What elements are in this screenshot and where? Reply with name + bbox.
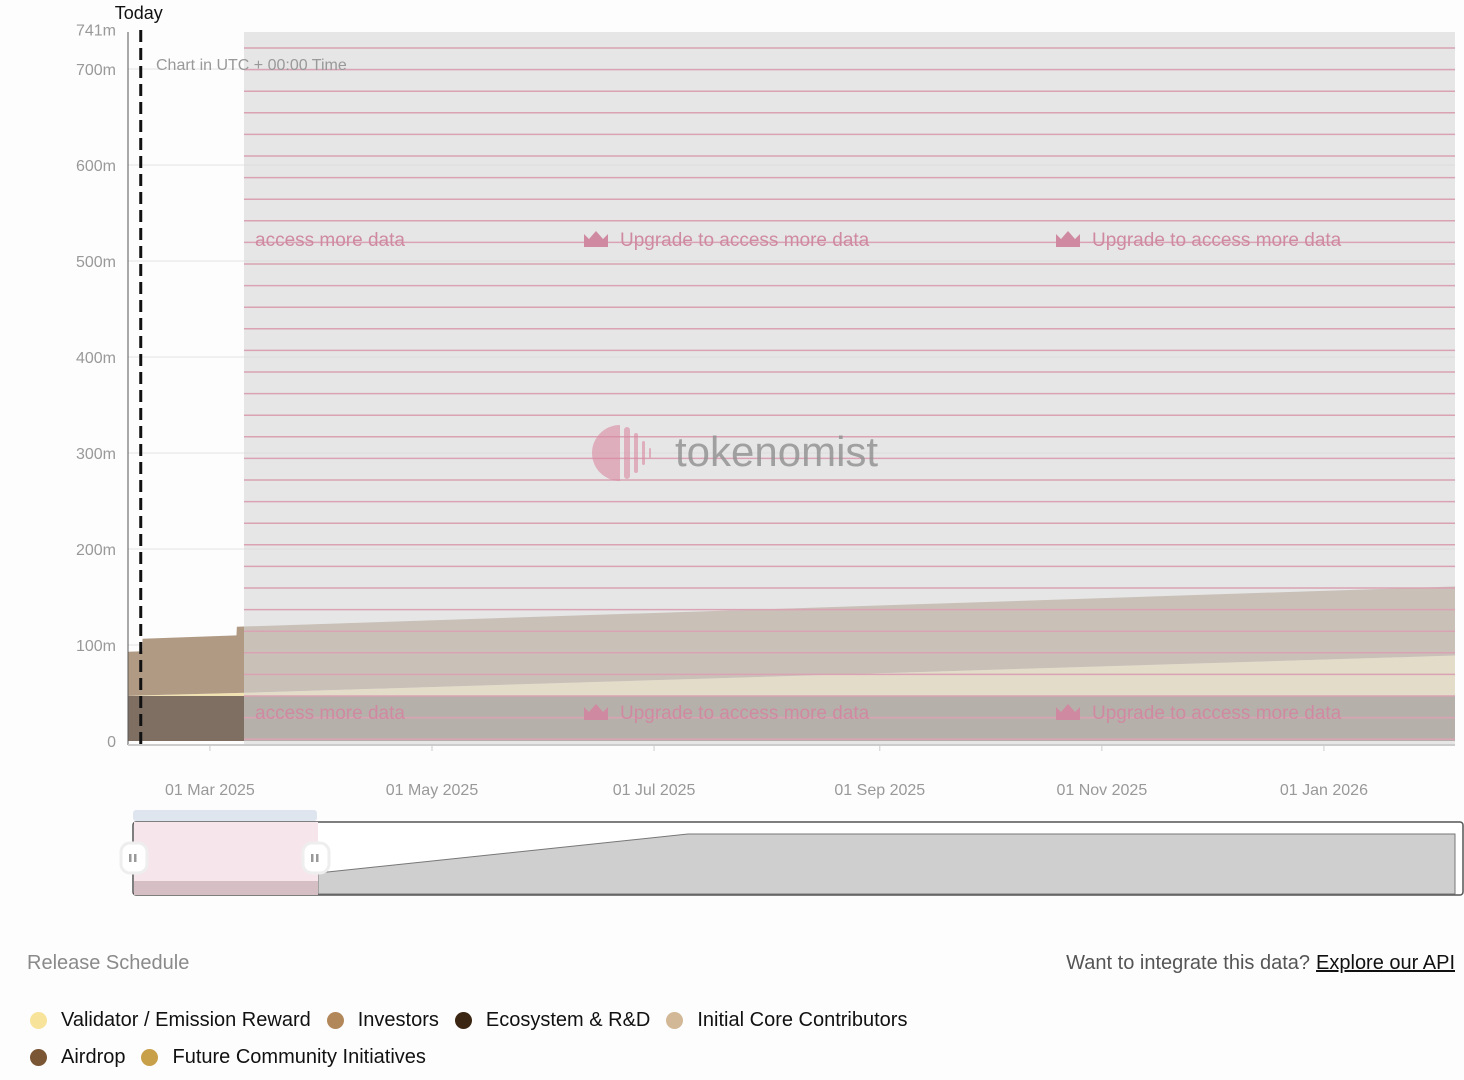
legend-label: Airdrop	[61, 1046, 126, 1068]
x-tick-label: 01 Mar 2025	[165, 782, 255, 799]
upgrade-text: access more data	[255, 703, 405, 724]
y-axis-ticks: 0 100m 200m 300m 400m 500m 600m 700m 741m	[76, 23, 116, 751]
y-tick-label: 400m	[76, 350, 116, 367]
watermark-text: tokenomist	[675, 428, 878, 475]
legend-item-investors[interactable]: Investors	[326, 1009, 439, 1032]
upgrade-text: Upgrade to access more data	[1092, 230, 1342, 251]
release-schedule-title: Release Schedule	[27, 952, 190, 974]
y-tick-label: 100m	[76, 638, 116, 655]
x-axis-ticks: 01 Mar 2025 01 May 2025 01 Jul 2025 01 Sep …	[165, 745, 1368, 799]
explore-api-link[interactable]: Explore our API	[1316, 952, 1455, 974]
locked-overlay[interactable]	[244, 32, 1455, 745]
navigator-left-handle[interactable]	[119, 841, 149, 875]
x-tick-label: 01 Jan 2026	[1280, 782, 1368, 799]
legend-dot	[666, 1012, 684, 1029]
upgrade-text: access more data	[255, 230, 405, 251]
api-prompt: Want to integrate this data? Explore our …	[1066, 952, 1455, 975]
x-tick-label: 01 Jul 2025	[613, 782, 696, 799]
legend-item-community[interactable]: Future Community Initiatives	[141, 1046, 426, 1069]
y-tick-label: 300m	[76, 446, 116, 463]
upgrade-text: Upgrade to access more data	[620, 703, 870, 724]
y-tick-label: 500m	[76, 254, 116, 271]
legend-item-core-contributors[interactable]: Initial Core Contributors	[666, 1009, 907, 1032]
x-tick-label: 01 Sep 2025	[834, 782, 925, 799]
legend-label: Initial Core Contributors	[697, 1009, 908, 1031]
navigator-selection-area	[134, 881, 318, 895]
timezone-note: Chart in UTC + 00:00 Time	[156, 57, 347, 74]
y-tick-label: 200m	[76, 542, 116, 559]
legend-dot	[326, 1012, 344, 1029]
api-prompt-text: Want to integrate this data?	[1066, 952, 1311, 974]
upgrade-banner[interactable]: Upgrade to access more data	[584, 703, 870, 724]
x-tick-label: 01 Nov 2025	[1056, 782, 1147, 799]
x-tick-label: 01 May 2025	[386, 782, 479, 799]
upgrade-text: Upgrade to access more data	[620, 230, 870, 251]
legend-dot	[30, 1012, 47, 1029]
release-schedule-chart: access more data Upgrade to access more d…	[76, 3, 1464, 896]
legend-label: Validator / Emission Reward	[61, 1009, 311, 1031]
y-tick-label: 741m	[76, 23, 116, 40]
legend-dot	[141, 1049, 159, 1066]
legend: Validator / Emission Reward Investors Ec…	[30, 1002, 1030, 1076]
legend-item-validator[interactable]: Validator / Emission Reward	[30, 1009, 311, 1032]
navigator-right-handle[interactable]	[301, 841, 331, 875]
today-label: Today	[115, 3, 163, 23]
upgrade-banner[interactable]: Upgrade to access more data	[1056, 230, 1342, 251]
upgrade-banner[interactable]: access more data	[255, 230, 405, 251]
legend-item-airdrop[interactable]: Airdrop	[30, 1046, 125, 1069]
legend-label: Ecosystem & R&D	[485, 1009, 651, 1031]
upgrade-text: Upgrade to access more data	[1092, 703, 1342, 724]
legend-label: Future Community Initiatives	[172, 1046, 426, 1068]
legend-dot	[30, 1049, 47, 1066]
y-tick-label: 0	[107, 734, 116, 751]
y-tick-label: 600m	[76, 158, 116, 175]
upgrade-banner[interactable]: Upgrade to access more data	[584, 230, 870, 251]
y-tick-label: 700m	[76, 62, 116, 79]
legend-item-ecosystem[interactable]: Ecosystem & R&D	[454, 1009, 651, 1032]
navigator-drag-bar[interactable]	[133, 810, 317, 821]
upgrade-banner[interactable]: Upgrade to access more data	[1056, 703, 1342, 724]
legend-label: Investors	[357, 1009, 439, 1031]
range-navigator[interactable]	[119, 810, 1464, 896]
legend-dot	[454, 1012, 472, 1029]
upgrade-banner[interactable]: access more data	[255, 703, 405, 724]
